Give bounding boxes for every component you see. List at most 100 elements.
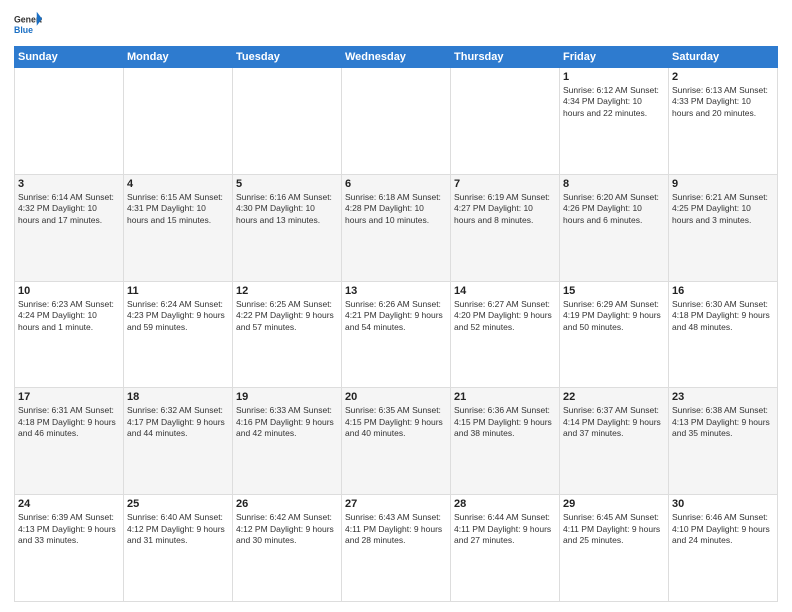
day-number: 3: [18, 178, 120, 190]
table-row: 22Sunrise: 6:37 AM Sunset: 4:14 PM Dayli…: [560, 388, 669, 495]
col-tuesday: Tuesday: [233, 47, 342, 68]
table-row: 21 Sunrise: 6:36 AM Sunset: 4:15 PM Dayli…: [451, 388, 560, 495]
day-info: Sunrise: 6:39 AM Sunset: 4:13 PM Dayligh…: [18, 512, 120, 546]
calendar-week-row: 3 Sunrise: 6:14 AM Sunset: 4:32 PM Daylig…: [15, 174, 778, 281]
table-row: 26 Sunrise: 6:42 AM Sunset: 4:12 PM Dayli…: [233, 495, 342, 602]
table-row: 10 Sunrise: 6:23 AM Sunset: 4:24 PM Dayli…: [15, 281, 124, 388]
day-info: Sunrise: 6:36 AM Sunset: 4:15 PM Dayligh…: [454, 405, 556, 439]
day-info: Sunrise: 6:45 AM Sunset: 4:11 PM Dayligh…: [563, 512, 665, 546]
day-number: 30: [672, 498, 774, 510]
table-row: 17Sunrise: 6:31 AM Sunset: 4:18 PM Dayli…: [15, 388, 124, 495]
day-number: 5: [236, 178, 338, 190]
day-info: Sunrise: 6:44 AM Sunset: 4:11 PM Dayligh…: [454, 512, 556, 546]
day-info: Sunrise: 6:42 AM Sunset: 4:12 PM Dayligh…: [236, 512, 338, 546]
table-row: 14 Sunrise: 6:27 AM Sunset: 4:20 PM Dayli…: [451, 281, 560, 388]
table-row: 1 Sunrise: 6:12 AM Sunset: 4:34 PM Daylig…: [560, 68, 669, 175]
table-row: 24 Sunrise: 6:39 AM Sunset: 4:13 PM Dayli…: [15, 495, 124, 602]
day-info: Sunrise: 6:29 AM Sunset: 4:19 PM Dayligh…: [563, 299, 665, 333]
day-number: 6: [345, 178, 447, 190]
day-info: Sunrise: 6:23 AM Sunset: 4:24 PM Dayligh…: [18, 299, 120, 333]
table-row: [15, 68, 124, 175]
table-row: [233, 68, 342, 175]
calendar-week-row: 1 Sunrise: 6:12 AM Sunset: 4:34 PM Daylig…: [15, 68, 778, 175]
table-row: 29Sunrise: 6:45 AM Sunset: 4:11 PM Dayli…: [560, 495, 669, 602]
day-number: 18: [127, 391, 229, 403]
col-monday: Monday: [124, 47, 233, 68]
table-row: [124, 68, 233, 175]
day-number: 28: [454, 498, 556, 510]
day-number: 9: [672, 178, 774, 190]
day-number: 4: [127, 178, 229, 190]
logo: General Blue: [14, 10, 44, 38]
table-row: [342, 68, 451, 175]
day-info: Sunrise: 6:24 AM Sunset: 4:23 PM Dayligh…: [127, 299, 229, 333]
col-friday: Friday: [560, 47, 669, 68]
table-row: [451, 68, 560, 175]
col-saturday: Saturday: [669, 47, 778, 68]
day-info: Sunrise: 6:13 AM Sunset: 4:33 PM Dayligh…: [672, 85, 774, 119]
day-number: 16: [672, 285, 774, 297]
table-row: 8Sunrise: 6:20 AM Sunset: 4:26 PM Daylig…: [560, 174, 669, 281]
day-info: Sunrise: 6:21 AM Sunset: 4:25 PM Dayligh…: [672, 192, 774, 226]
calendar-week-row: 10 Sunrise: 6:23 AM Sunset: 4:24 PM Dayli…: [15, 281, 778, 388]
day-number: 21: [454, 391, 556, 403]
day-info: Sunrise: 6:38 AM Sunset: 4:13 PM Dayligh…: [672, 405, 774, 439]
col-wednesday: Wednesday: [342, 47, 451, 68]
day-info: Sunrise: 6:12 AM Sunset: 4:34 PM Dayligh…: [563, 85, 665, 119]
day-info: Sunrise: 6:16 AM Sunset: 4:30 PM Dayligh…: [236, 192, 338, 226]
day-number: 26: [236, 498, 338, 510]
day-info: Sunrise: 6:15 AM Sunset: 4:31 PM Dayligh…: [127, 192, 229, 226]
day-number: 27: [345, 498, 447, 510]
day-number: 25: [127, 498, 229, 510]
day-number: 13: [345, 285, 447, 297]
header: General Blue: [14, 10, 778, 38]
col-thursday: Thursday: [451, 47, 560, 68]
day-number: 15: [563, 285, 665, 297]
day-info: Sunrise: 6:46 AM Sunset: 4:10 PM Dayligh…: [672, 512, 774, 546]
day-info: Sunrise: 6:43 AM Sunset: 4:11 PM Dayligh…: [345, 512, 447, 546]
day-info: Sunrise: 6:25 AM Sunset: 4:22 PM Dayligh…: [236, 299, 338, 333]
table-row: 16Sunrise: 6:30 AM Sunset: 4:18 PM Dayli…: [669, 281, 778, 388]
day-info: Sunrise: 6:33 AM Sunset: 4:16 PM Dayligh…: [236, 405, 338, 439]
day-info: Sunrise: 6:40 AM Sunset: 4:12 PM Dayligh…: [127, 512, 229, 546]
day-info: Sunrise: 6:37 AM Sunset: 4:14 PM Dayligh…: [563, 405, 665, 439]
logo-icon: General Blue: [14, 10, 42, 38]
table-row: 3 Sunrise: 6:14 AM Sunset: 4:32 PM Daylig…: [15, 174, 124, 281]
day-number: 10: [18, 285, 120, 297]
day-number: 11: [127, 285, 229, 297]
day-info: Sunrise: 6:26 AM Sunset: 4:21 PM Dayligh…: [345, 299, 447, 333]
table-row: 2Sunrise: 6:13 AM Sunset: 4:33 PM Daylig…: [669, 68, 778, 175]
day-info: Sunrise: 6:14 AM Sunset: 4:32 PM Dayligh…: [18, 192, 120, 226]
page: General Blue Sunday Monday Tuesday Wedne…: [0, 0, 792, 612]
day-info: Sunrise: 6:32 AM Sunset: 4:17 PM Dayligh…: [127, 405, 229, 439]
table-row: 15 Sunrise: 6:29 AM Sunset: 4:19 PM Dayli…: [560, 281, 669, 388]
svg-text:Blue: Blue: [14, 25, 33, 35]
table-row: 19 Sunrise: 6:33 AM Sunset: 4:16 PM Dayli…: [233, 388, 342, 495]
day-info: Sunrise: 6:31 AM Sunset: 4:18 PM Dayligh…: [18, 405, 120, 439]
table-row: 13 Sunrise: 6:26 AM Sunset: 4:21 PM Dayli…: [342, 281, 451, 388]
day-number: 23: [672, 391, 774, 403]
table-row: 30 Sunrise: 6:46 AM Sunset: 4:10 PM Dayli…: [669, 495, 778, 602]
table-row: 11 Sunrise: 6:24 AM Sunset: 4:23 PM Dayli…: [124, 281, 233, 388]
day-number: 19: [236, 391, 338, 403]
day-number: 24: [18, 498, 120, 510]
table-row: 6 Sunrise: 6:18 AM Sunset: 4:28 PM Daylig…: [342, 174, 451, 281]
table-row: 18 Sunrise: 6:32 AM Sunset: 4:17 PM Dayli…: [124, 388, 233, 495]
table-row: 5 Sunrise: 6:16 AM Sunset: 4:30 PM Daylig…: [233, 174, 342, 281]
calendar-week-row: 17Sunrise: 6:31 AM Sunset: 4:18 PM Dayli…: [15, 388, 778, 495]
table-row: 9 Sunrise: 6:21 AM Sunset: 4:25 PM Daylig…: [669, 174, 778, 281]
calendar-table: Sunday Monday Tuesday Wednesday Thursday…: [14, 46, 778, 602]
table-row: 4 Sunrise: 6:15 AM Sunset: 4:31 PM Daylig…: [124, 174, 233, 281]
day-info: Sunrise: 6:19 AM Sunset: 4:27 PM Dayligh…: [454, 192, 556, 226]
table-row: 28 Sunrise: 6:44 AM Sunset: 4:11 PM Dayli…: [451, 495, 560, 602]
table-row: 20 Sunrise: 6:35 AM Sunset: 4:15 PM Dayli…: [342, 388, 451, 495]
day-number: 1: [563, 71, 665, 83]
day-info: Sunrise: 6:27 AM Sunset: 4:20 PM Dayligh…: [454, 299, 556, 333]
table-row: 7Sunrise: 6:19 AM Sunset: 4:27 PM Daylig…: [451, 174, 560, 281]
day-number: 14: [454, 285, 556, 297]
day-number: 8: [563, 178, 665, 190]
calendar-week-row: 24 Sunrise: 6:39 AM Sunset: 4:13 PM Dayli…: [15, 495, 778, 602]
day-number: 20: [345, 391, 447, 403]
day-info: Sunrise: 6:35 AM Sunset: 4:15 PM Dayligh…: [345, 405, 447, 439]
day-info: Sunrise: 6:18 AM Sunset: 4:28 PM Dayligh…: [345, 192, 447, 226]
